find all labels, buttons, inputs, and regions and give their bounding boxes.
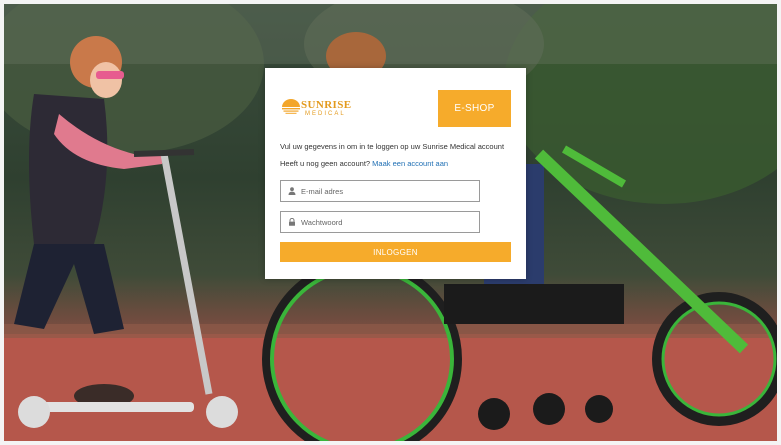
email-field[interactable] <box>280 180 480 202</box>
no-account-label: Heeft u nog geen account? <box>280 159 371 168</box>
sun-icon <box>282 99 300 114</box>
email-input[interactable] <box>301 186 471 196</box>
brand-sub: MEDICAL <box>305 111 346 117</box>
password-input[interactable] <box>301 217 471 227</box>
create-account-link[interactable]: Maak een account aan <box>372 159 448 168</box>
brand-name: SUNRISE <box>301 99 352 111</box>
no-account-text: Heeft u nog geen account? Maak een accou… <box>280 159 448 168</box>
login-button[interactable]: INLOGGEN <box>280 242 511 262</box>
user-icon <box>286 185 298 197</box>
brand-logo[interactable]: SUNRISE MEDICAL <box>281 98 361 118</box>
login-card: SUNRISE MEDICAL E-SHOP Vul uw gegevens i… <box>265 68 526 279</box>
eshop-button[interactable]: E-SHOP <box>438 90 511 127</box>
password-field[interactable] <box>280 211 480 233</box>
lock-icon <box>286 216 298 228</box>
login-intro-text: Vul uw gegevens in om in te loggen op uw… <box>280 142 505 151</box>
